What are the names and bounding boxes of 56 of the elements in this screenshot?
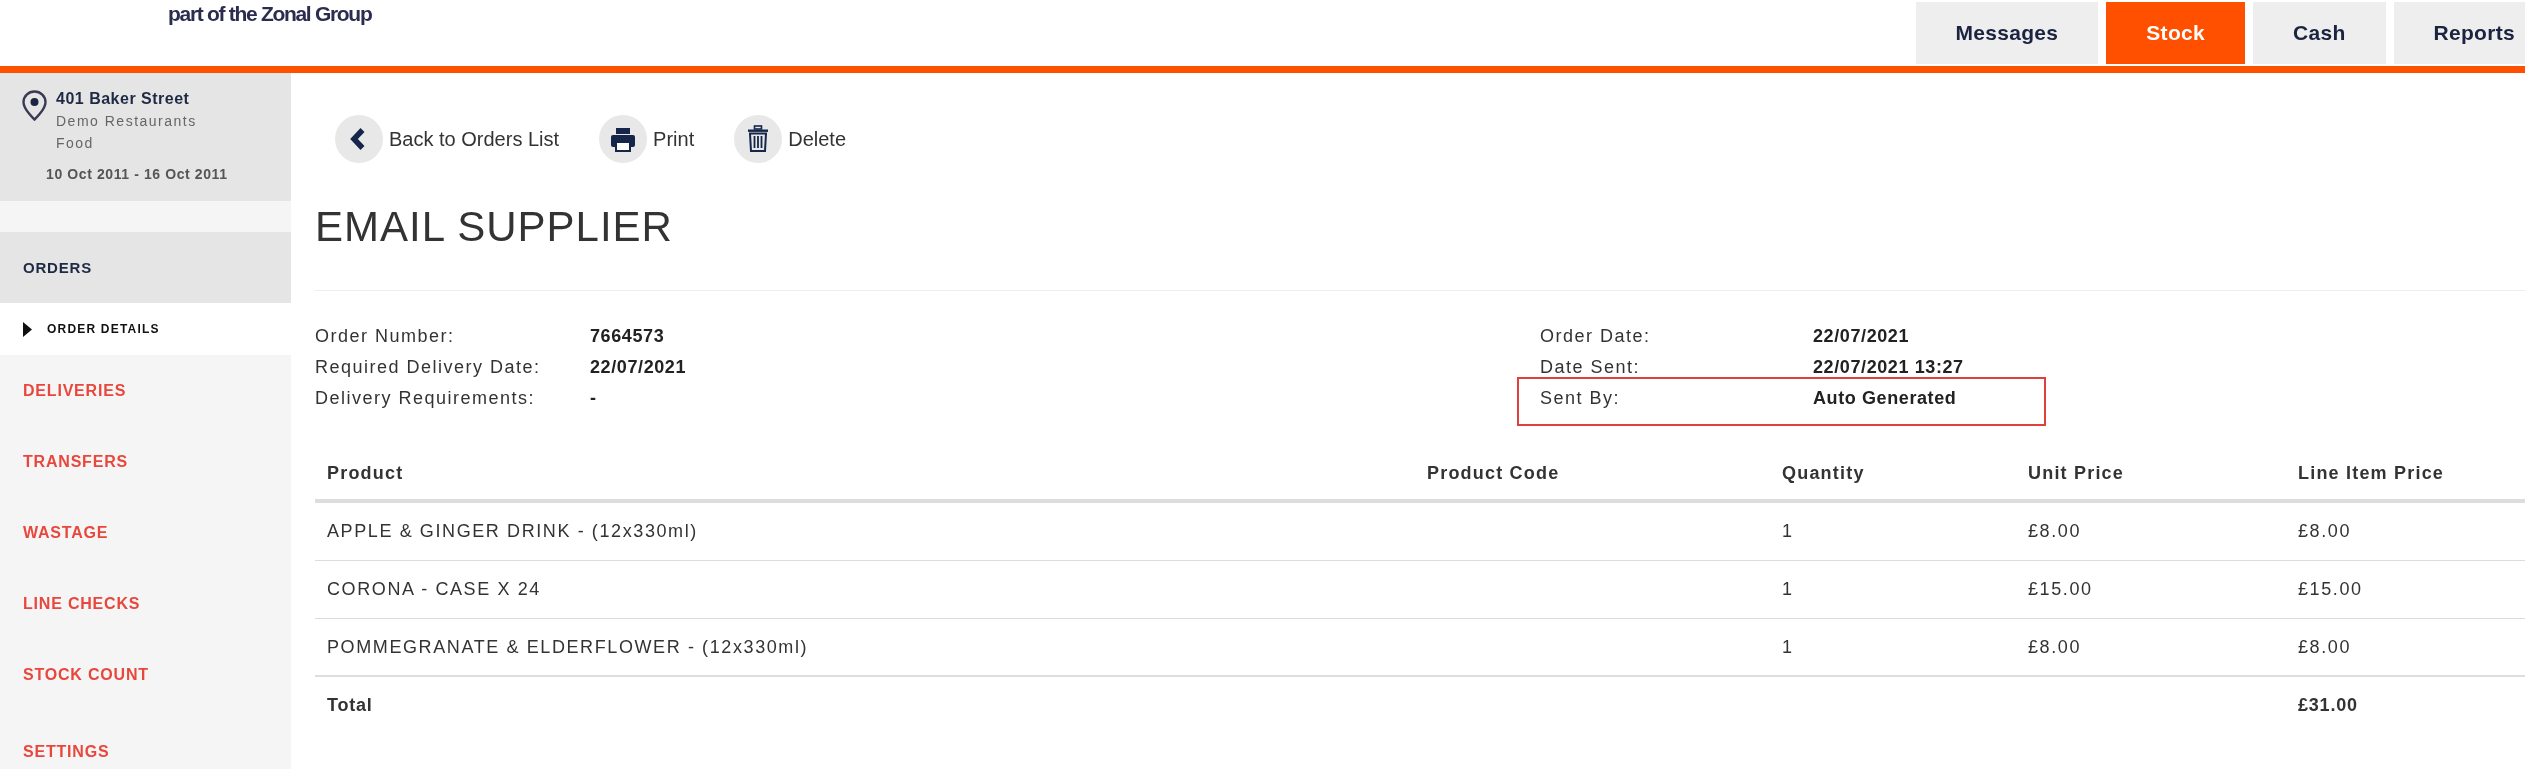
total-label: Total [326,695,373,716]
table-cell-text: £8.00 [2027,521,2082,542]
detail-value: Auto Generated [1813,388,1957,407]
sidebar-item[interactable]: ORDERS [0,232,291,303]
nav-tab[interactable]: Messages [1915,2,2099,64]
location-pin-icon [22,90,47,121]
print-button[interactable]: Print [599,115,695,163]
table-cell-text: 1 [1781,521,1794,542]
detail-label: Date Sent: [1540,357,1641,376]
detail-value: 7664573 [590,326,665,345]
company-name: Demo Restaurants [56,112,197,131]
table-cell-text: POMMEGRANATE & ELDERFLOWER - (12x330ml) [326,636,809,658]
column-header: Quantity [1781,462,1865,484]
table-cell-text: £15.00 [2027,579,2093,600]
table-cell-text: £8.00 [2027,636,2082,658]
column-header: Unit Price [2027,462,2125,484]
table-cell-text: £15.00 [2297,579,2363,600]
sidebar-item[interactable]: LINE CHECKS [0,568,291,639]
category-name: Food [56,134,95,153]
nav-tab[interactable]: Reports [2393,2,2525,64]
sidebar-item[interactable]: TRANSFERS [0,426,291,497]
date-range: 10 Oct 2011 - 16 Oct 2011 [46,165,229,184]
sidebar-item[interactable]: SETTINGS [0,710,291,769]
page-title: EMAIL SUPPLIER [315,202,674,252]
column-header: Product Code [1426,462,1560,484]
nav-tab[interactable]: Cash [2253,2,2386,64]
table-cell-text: 1 [1781,579,1794,600]
column-header: Line Item Price [2297,462,2445,484]
detail-label: Delivery Requirements: [315,388,536,407]
table-cell-text: £8.00 [2297,521,2352,542]
caret-icon [23,321,32,337]
total-value: £31.00 [2297,695,2358,716]
detail-value: 22/07/2021 [590,357,687,376]
table-cell-text: £8.00 [2297,636,2352,658]
sidebar-subitem[interactable]: ORDER DETAILS [0,303,291,355]
detail-value: 22/07/2021 13:27 [1813,357,1964,376]
detail-label: Sent By: [1540,388,1621,407]
sidebar-item[interactable]: DELIVERIES [0,355,291,426]
detail-label: Order Number: [315,326,455,345]
detail-value: 22/07/2021 [1813,326,1910,345]
detail-value: - [590,388,597,407]
sidebar-item[interactable]: STOCK COUNT [0,639,291,710]
chevron-left-icon [335,115,383,163]
detail-label: Required Delivery Date: [315,357,541,376]
table-cell-text: 1 [1781,636,1794,658]
detail-label: Order Date: [1540,326,1651,345]
table-cell-text: APPLE & GINGER DRINK - (12x330ml) [326,521,698,542]
delete-button[interactable]: Delete [734,115,846,163]
sidebar-item[interactable]: WASTAGE [0,497,291,568]
printer-icon [599,115,648,163]
trash-icon [734,115,783,163]
column-header: Product [326,462,404,484]
logo-text: part of the Zonal Group [168,3,372,25]
back-button[interactable]: Back to Orders List [335,115,560,163]
table-cell-text: CORONA - CASE X 24 [326,579,541,600]
location-name: 401 Baker Street [56,89,191,109]
